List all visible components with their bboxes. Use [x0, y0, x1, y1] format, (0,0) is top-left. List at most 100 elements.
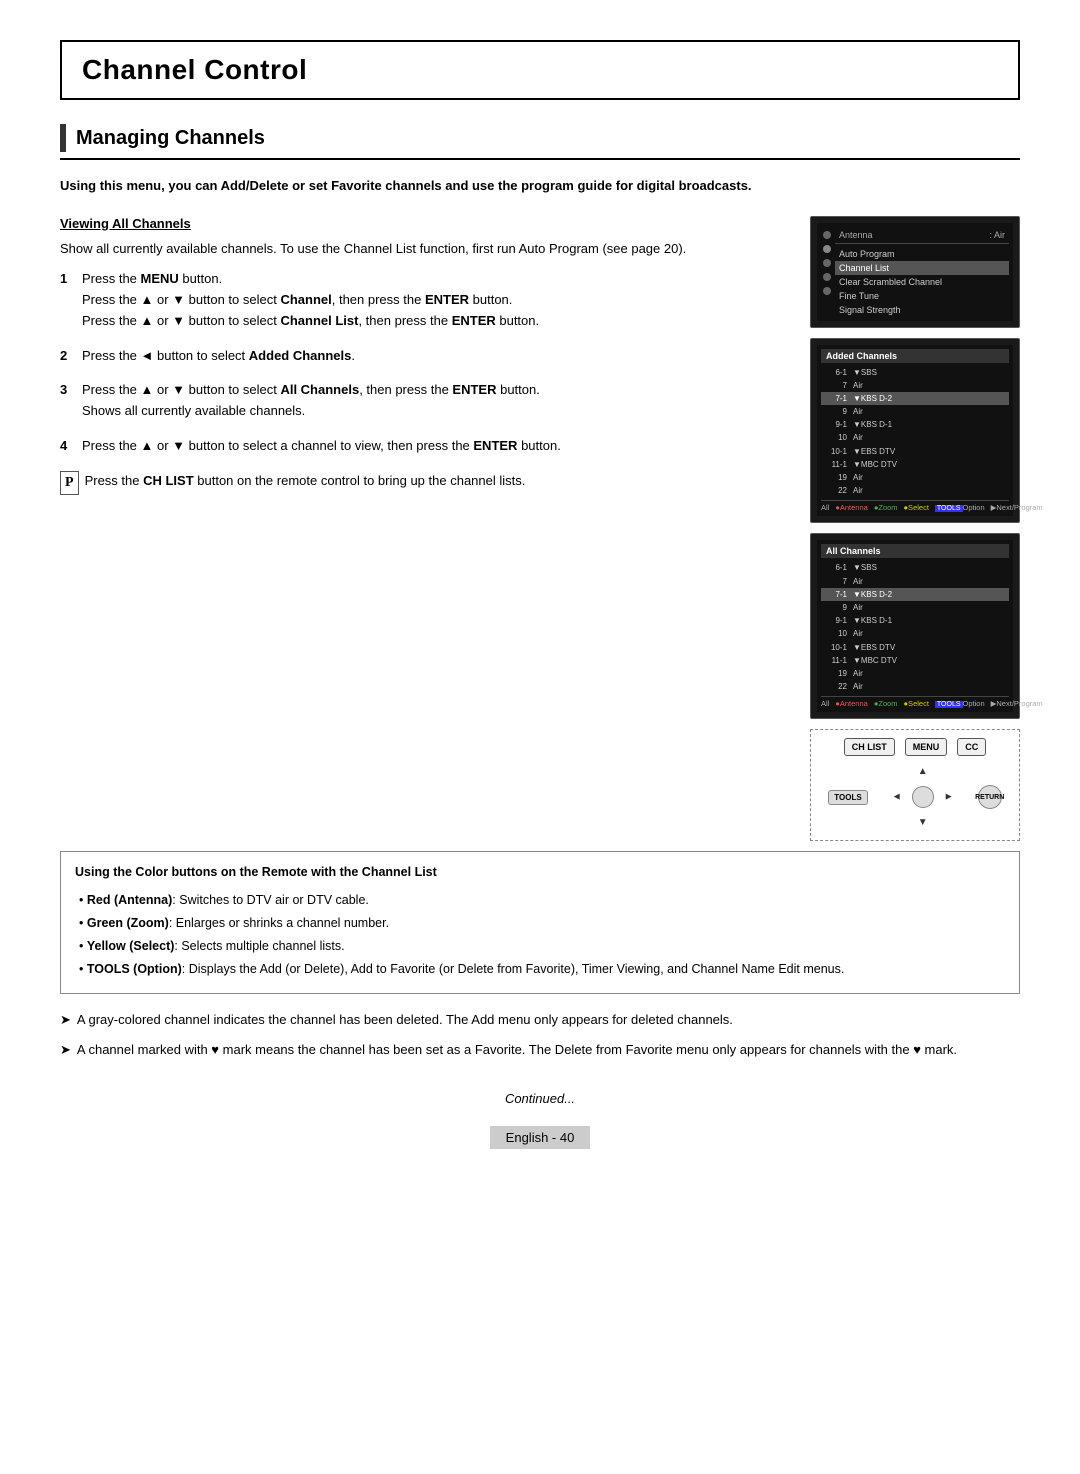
all-ch-row-8: 19Air [821, 667, 1009, 680]
ch-row-7: 11-1▼MBC DTV [821, 458, 1009, 471]
step-1: 1 Press the MENU button. Press the ▲ or … [60, 269, 790, 331]
step-3: 3 Press the ▲ or ▼ button to select All … [60, 380, 790, 422]
zoom-btn: ●Zoom [874, 503, 898, 512]
step-1-num: 1 [60, 269, 74, 331]
added-channels-bottom: All ●Antenna ●Zoom ●Select TOOLSOption ▶… [821, 500, 1009, 512]
all-ch-row-7: 11-1▼MBC DTV [821, 654, 1009, 667]
added-channels-title-text: Added Channels [826, 351, 897, 361]
antenna-btn: ●Antenna [835, 503, 867, 512]
antenna2-btn: ●Antenna [835, 699, 867, 708]
nav-up-arrow: ▲ [918, 766, 928, 777]
all-ch-row-2: 7-1▼KBS D-2 [821, 588, 1009, 601]
nav-down-arrow: ▼ [918, 817, 928, 828]
ch-row-9: 22Air [821, 484, 1009, 497]
color-info-box: Using the Color buttons on the Remote wi… [60, 851, 1020, 993]
icon-1 [823, 231, 831, 239]
tools-btn: TOOLSOption [935, 503, 985, 512]
section-bar-decoration [60, 124, 66, 152]
main-layout: Viewing All Channels Show all currently … [60, 216, 1020, 842]
ch-row-0: 6-1▼SBS [821, 366, 1009, 379]
ch-list-note: P Press the CH LIST button on the remote… [60, 471, 790, 495]
step-3-num: 3 [60, 380, 74, 422]
step-4-num: 4 [60, 436, 74, 457]
note-1-text: A gray-colored channel indicates the cha… [77, 1010, 733, 1031]
tools2-btn: TOOLSOption [935, 699, 985, 708]
tv-menu-screenshot: Antenna : Air Auto Program Channel List … [810, 216, 1020, 328]
bullet-red: • Red (Antenna): Switches to DTV air or … [79, 890, 1005, 911]
bullet-green: • Green (Zoom): Enlarges or shrinks a ch… [79, 913, 1005, 934]
added-channels-title: Added Channels [821, 349, 1009, 363]
intro-text: Using this menu, you can Add/Delete or s… [60, 176, 1020, 196]
note-1-arrow: ➤ [60, 1010, 71, 1031]
select-btn: ●Select [904, 503, 929, 512]
all-ch-row-3: 9Air [821, 601, 1009, 614]
ch-row-2: 7-1▼KBS D-2 [821, 392, 1009, 405]
channel-list-label: Channel List [839, 263, 889, 273]
ch-list-note-text: Press the CH LIST button on the remote c… [85, 471, 526, 492]
next2-btn: ▶Next/Program [991, 699, 1043, 708]
clear-scrambled-row: Clear Scrambled Channel [835, 275, 1009, 289]
all-channels-display: All Channels 6-1▼SBS 7Air 7-1▼KBS D-2 9A… [817, 540, 1013, 712]
all-channels-bottom: All ●Antenna ●Zoom ●Select TOOLSOption ▶… [821, 696, 1009, 708]
clear-scrambled-label: Clear Scrambled Channel [839, 277, 942, 287]
next-btn: ▶Next/Program [991, 503, 1043, 512]
ch-list-button: CH LIST [844, 738, 895, 756]
step-4-content: Press the ▲ or ▼ button to select a chan… [82, 436, 790, 457]
added-channels-screenshot: Added Channels 6-1▼SBS 7Air 7-1▼KBS D-2 … [810, 338, 1020, 524]
icon-3 [823, 259, 831, 267]
ch-row-1: 7Air [821, 379, 1009, 392]
side-icons [821, 227, 833, 317]
continued-text: Continued... [60, 1091, 1020, 1106]
tools-button: TOOLS [828, 790, 867, 805]
remote-side-row: TOOLS ▲ ▼ ◄ ► RETURN [828, 762, 1001, 832]
step-1-content: Press the MENU button. Press the ▲ or ▼ … [82, 269, 790, 331]
bullet-yellow: • Yellow (Select): Selects multiple chan… [79, 936, 1005, 957]
note-2-arrow: ➤ [60, 1040, 71, 1061]
return-button: RETURN [978, 785, 1002, 809]
auto-program-label: Auto Program [839, 249, 895, 259]
ch-row-3: 9Air [821, 405, 1009, 418]
footer: English - 40 [60, 1126, 1020, 1149]
antenna-value: : Air [989, 230, 1005, 240]
all-ch-row-4: 9-1▼KBS D-1 [821, 614, 1009, 627]
step-2-content: Press the ◄ button to select Added Chann… [82, 346, 790, 367]
all-ch-row-6: 10-1▼EBS DTV [821, 641, 1009, 654]
note-icon: P [60, 471, 79, 495]
right-column: Antenna : Air Auto Program Channel List … [810, 216, 1020, 842]
step-2-num: 2 [60, 346, 74, 367]
fine-tune-label: Fine Tune [839, 291, 879, 301]
all-label: All [821, 503, 829, 512]
icon-2 [823, 245, 831, 253]
section-title: Managing Channels [76, 127, 265, 150]
added-channels-display: Added Channels 6-1▼SBS 7Air 7-1▼KBS D-2 … [817, 345, 1013, 517]
ch-row-6: 10-1▼EBS DTV [821, 445, 1009, 458]
nav-cluster: ▲ ▼ ◄ ► [888, 762, 958, 832]
all-channels-title-text: All Channels [826, 546, 881, 556]
tv-menu-wrapper: Antenna : Air Auto Program Channel List … [821, 227, 1009, 317]
page-title: Channel Control [82, 54, 998, 86]
all2-label: All [821, 699, 829, 708]
tv-menu-items: Antenna : Air Auto Program Channel List … [835, 227, 1009, 317]
note-2-text: A channel marked with ♥ mark means the c… [77, 1040, 957, 1061]
step-3-content: Press the ▲ or ▼ button to select All Ch… [82, 380, 790, 422]
all-ch-row-5: 10Air [821, 627, 1009, 640]
color-info-section: Using the Color buttons on the Remote wi… [60, 851, 1020, 1061]
icon-4 [823, 273, 831, 281]
ch-row-4: 9-1▼KBS D-1 [821, 418, 1009, 431]
nav-center-button [912, 786, 934, 808]
ch-row-5: 10Air [821, 431, 1009, 444]
auto-program-row: Auto Program [835, 247, 1009, 261]
remote-diagram: CH LIST MENU CC TOOLS ▲ ▼ ◄ ► RETURN [810, 729, 1020, 841]
all-ch-row-9: 22Air [821, 680, 1009, 693]
antenna-label: Antenna [839, 230, 873, 240]
signal-strength-row: Signal Strength [835, 303, 1009, 317]
step-2: 2 Press the ◄ button to select Added Cha… [60, 346, 790, 367]
body-text-1: Show all currently available channels. T… [60, 239, 790, 260]
footer-page-number: English - 40 [490, 1126, 591, 1149]
menu-button: MENU [905, 738, 948, 756]
subheading-viewing: Viewing All Channels [60, 216, 790, 231]
note-2: ➤ A channel marked with ♥ mark means the… [60, 1040, 1020, 1061]
nav-right-arrow: ► [944, 792, 954, 803]
nav-left-arrow: ◄ [892, 792, 902, 803]
left-column: Viewing All Channels Show all currently … [60, 216, 790, 842]
